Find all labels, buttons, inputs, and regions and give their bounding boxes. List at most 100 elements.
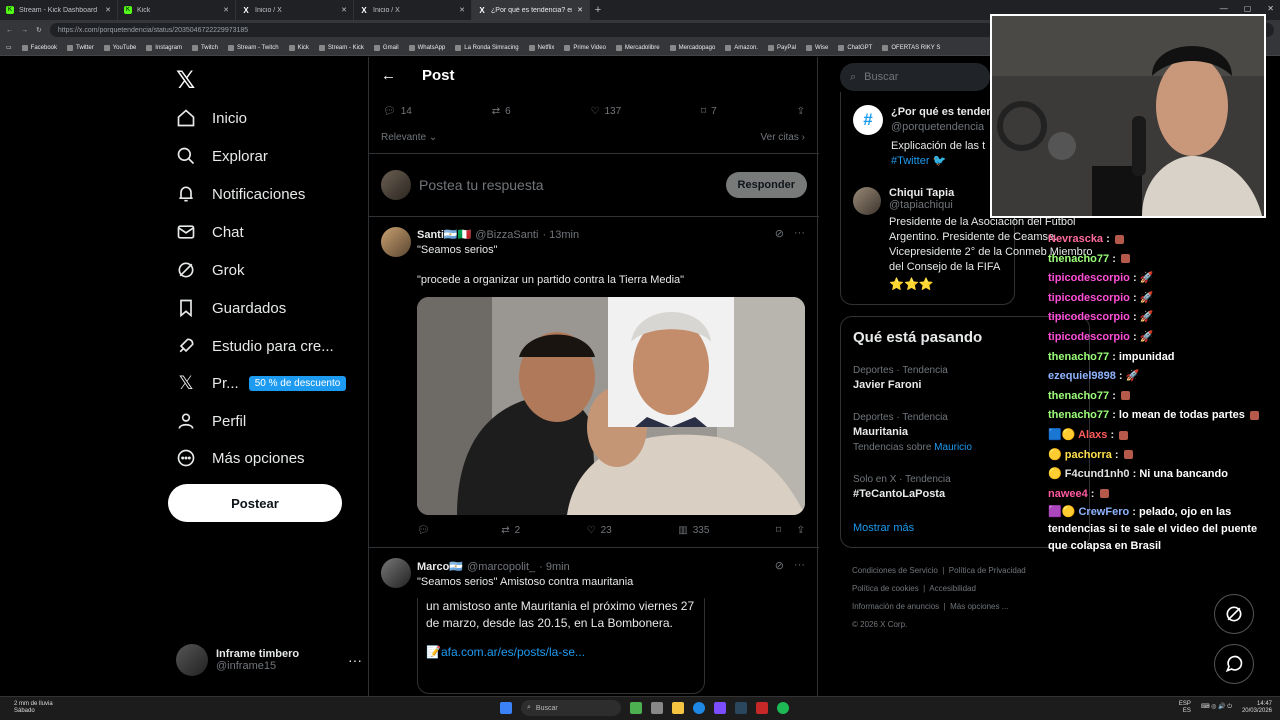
post-button[interactable]: Postear [168,484,342,522]
tray-icons[interactable]: ⌨ ◎ 🔊 ⏻ [1201,701,1232,715]
author-name[interactable]: Marco🇦🇷 [417,560,463,573]
browser-tab[interactable]: X Inicio / X ✕ [236,0,354,20]
more-icon[interactable]: ··· [794,227,805,240]
bookmark[interactable]: ChatGPT [838,44,872,51]
close-icon[interactable]: ✕ [341,6,347,14]
bookmark[interactable]: Twitch [191,44,218,51]
maximize-icon[interactable]: ▢ [1244,4,1252,13]
grok-float-button[interactable] [1214,594,1254,634]
x-logo-icon[interactable]: 𝕏 [176,66,195,95]
trend-item[interactable]: Deportes · Tendencia Javier Faroni [853,363,948,393]
more-icon[interactable]: ··· [794,559,805,572]
close-icon[interactable]: ✕ [577,6,583,14]
bookmark[interactable]: Netflix [528,44,554,51]
trend-item[interactable]: Deportes · Tendencia Mauritania Tendenci… [853,410,972,455]
messages-float-button[interactable] [1214,644,1254,684]
repost-action[interactable]: ⇄ 2 [501,525,520,536]
tweet-image[interactable] [417,297,805,515]
bookmark-icon[interactable]: ⌑ [776,525,781,536]
minimize-icon[interactable]: — [1220,4,1228,13]
account-switcher[interactable]: Inframe timbero @inframe15 ··· [176,644,362,676]
nav-item-home[interactable]: Inicio [176,108,247,128]
bookmark[interactable]: Stream - Twitch [227,44,279,51]
close-icon[interactable]: ✕ [223,6,229,14]
bookmark[interactable]: Mercadolibre [615,44,660,51]
grok-icon[interactable]: ⊘ [775,559,784,572]
browser-tab[interactable]: X Inicio / X ✕ [354,0,472,20]
show-more-link[interactable]: Mostrar más [853,522,914,534]
like-stat[interactable]: ♡ 137 [591,106,622,117]
author-handle[interactable]: @marcopolit_ [467,561,535,573]
bookmark[interactable]: Prime Video [564,44,606,51]
author-handle[interactable]: @BizzaSanti [475,229,538,241]
bookmark[interactable]: Amazon. [725,44,758,51]
nav-item-explore[interactable]: Explorar [176,146,268,166]
share-button[interactable]: ⇪ [797,106,805,117]
views-action[interactable]: ▥ 335 [678,525,709,536]
language-indicator[interactable]: ESP ES [1179,701,1191,715]
avatar[interactable] [381,558,411,588]
back-arrow-icon[interactable]: ← [381,67,396,84]
nav-item-premium[interactable]: 𝕏 Pr... 50 % de descuento [176,373,347,394]
bookmarks-menu-icon[interactable]: ▭ [6,44,12,51]
avatar[interactable] [381,227,411,257]
quotes-link[interactable]: Ver citas › [761,132,805,143]
like-action[interactable]: ♡ 23 [587,525,612,536]
reply-action[interactable]: 💬︎ [417,525,435,536]
bookmark-stat[interactable]: ⌑ 7 [701,106,717,117]
reply-stat[interactable]: 💬︎ 14 [383,106,412,117]
file-explorer-icon[interactable] [672,702,684,714]
sort-dropdown[interactable]: Relevante ⌄ [381,132,437,143]
bookmark[interactable]: Kick [288,44,309,51]
back-icon[interactable]: ← [6,27,13,34]
bookmark[interactable]: YouTube [103,44,136,51]
edge-icon[interactable] [693,702,705,714]
more-icon[interactable]: ··· [348,652,362,668]
new-tab-button[interactable]: + [590,4,606,16]
grok-icon[interactable]: ⊘ [775,227,784,240]
windows-start-icon[interactable] [500,702,512,714]
nav-item-creator-studio[interactable]: Estudio para cre... [176,336,334,356]
bookmark[interactable]: PayPal [767,44,796,51]
nav-item-notifications[interactable]: Notificaciones [176,184,305,204]
forward-icon[interactable]: → [21,27,28,34]
reload-icon[interactable]: ↻ [36,26,42,34]
close-icon[interactable]: ✕ [105,6,111,14]
close-window-icon[interactable]: ✕ [1267,4,1274,13]
steam-icon[interactable] [735,702,747,714]
bookmark[interactable]: Facebook [21,44,57,51]
taskbar-search[interactable]: ⌕ Buscar [521,700,621,716]
nav-item-grok[interactable]: Grok [176,260,245,280]
clock[interactable]: 14:47 20/03/2026 [1242,701,1272,715]
discord-icon[interactable] [714,702,726,714]
nav-item-chat[interactable]: Chat [176,222,244,242]
timestamp[interactable]: · 13min [542,229,579,241]
bookmark[interactable]: Twitter [67,44,94,51]
quote-link[interactable]: 📝afa.com.ar/es/posts/la-se... [426,644,696,661]
author-name[interactable]: Santi🇦🇷🇮🇹 [417,228,471,241]
trend-item[interactable]: Solo en X · Tendencia #TeCantoLaPosta [853,472,951,502]
account-row[interactable]: # ¿Por qué es tenden @porquetendencia Ex… [853,105,993,169]
bookmark[interactable]: Stream - Kick [318,44,364,51]
bookmark[interactable]: OFERTAS RIKY S [882,44,940,51]
nav-item-profile[interactable]: Perfil [176,411,246,431]
bookmark[interactable]: Instagram [146,44,182,51]
weather-widget[interactable]: 2 mm de lluvia Sábado [14,701,53,715]
nav-item-more[interactable]: Más opciones [176,448,305,468]
reply-button[interactable]: Responder [725,172,807,198]
nav-item-bookmarks[interactable]: Guardados [176,298,286,318]
reply-tweet[interactable]: Santi🇦🇷🇮🇹 @BizzaSanti · 13min ⊘ ··· "Sea… [369,217,819,548]
close-icon[interactable]: ✕ [459,6,465,14]
reply-tweet[interactable]: Marco🇦🇷 @marcopolit_ · 9min ⊘ ··· "Seamo… [369,548,819,696]
browser-tab[interactable]: K Stream - Kick Dashboard ✕ [0,0,118,20]
bookmark[interactable]: Gmail [373,44,399,51]
repost-stat[interactable]: ⇄ 6 [492,106,511,117]
quoted-card[interactable]: un amistoso ante Mauritania el próximo v… [417,598,705,694]
reply-input[interactable]: Postea tu respuesta [419,177,718,193]
share-icon[interactable]: ⇪ [797,525,805,536]
bookmark[interactable]: Wise [806,44,828,51]
spotify-icon[interactable] [777,702,789,714]
app-icon[interactable] [756,702,768,714]
bookmark[interactable]: La Ronda Simracing [455,44,519,51]
task-view-icon[interactable] [651,702,663,714]
